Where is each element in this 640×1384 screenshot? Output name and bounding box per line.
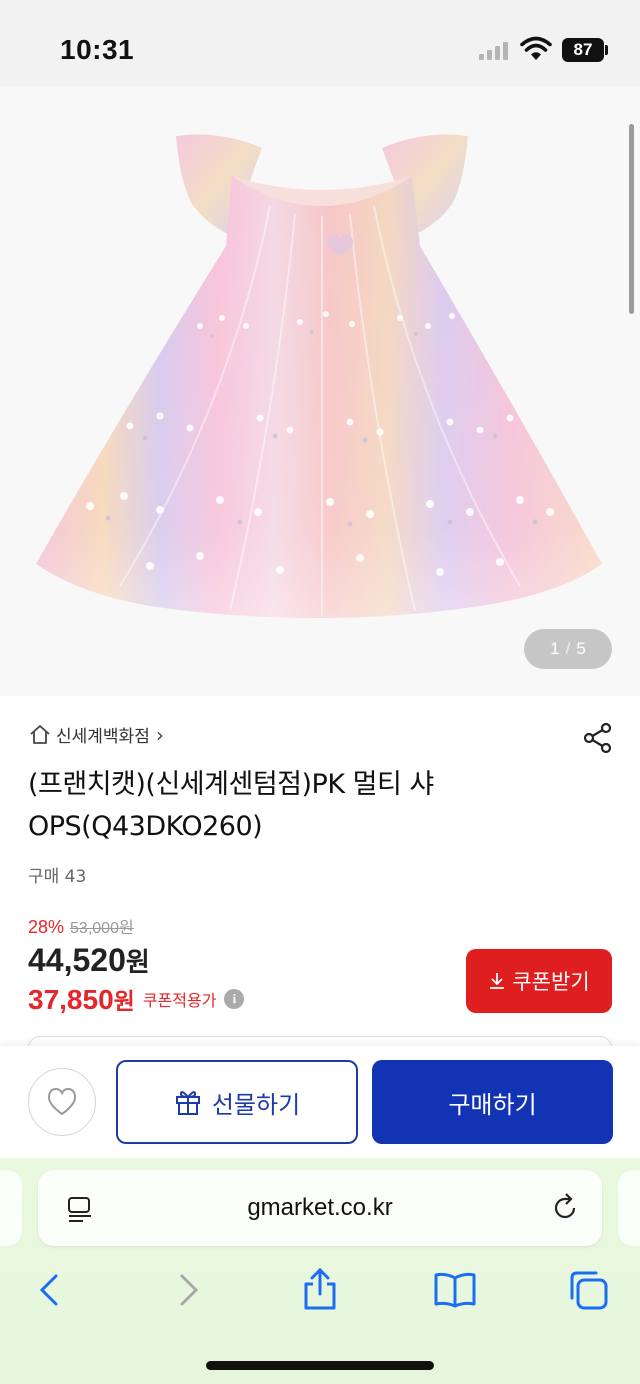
discount-rate: 28% — [28, 917, 65, 937]
buy-button[interactable]: 구매하기 — [372, 1060, 613, 1144]
current-image-index: 1 — [550, 639, 560, 658]
gift-label: 선물하기 — [211, 1091, 301, 1119]
get-coupon-button[interactable]: 쿠폰받기 — [466, 949, 612, 1013]
gift-icon — [175, 1091, 200, 1115]
home-icon — [30, 724, 50, 744]
product-title: (프랜치캣)(신세계센텀점)PK 멀티 샤 OPS(Q43DKO260) — [28, 769, 434, 842]
coupon-price-number: 37,850 — [28, 984, 114, 1015]
original-price: 53,000원 — [70, 920, 134, 937]
dress-image — [36, 134, 602, 618]
cellular-signal-icon — [479, 42, 509, 60]
tabs-icon[interactable] — [566, 1270, 610, 1310]
wifi-icon — [520, 36, 552, 60]
product-image[interactable] — [0, 86, 640, 696]
sale-price: 44,520원 — [28, 942, 150, 979]
share-icon[interactable] — [582, 722, 614, 754]
bookmarks-icon[interactable] — [432, 1270, 478, 1310]
reader-icon[interactable] — [66, 1194, 94, 1224]
get-coupon-label: 쿠폰받기 — [512, 971, 590, 994]
total-image-count: 5 — [576, 639, 586, 658]
battery-tip — [605, 45, 608, 55]
url-text[interactable]: gmarket.co.kr — [150, 1194, 490, 1222]
discount-row: 28% 53,000원 — [28, 914, 134, 938]
wishlist-button[interactable] — [28, 1068, 96, 1136]
info-icon[interactable]: i — [224, 989, 245, 1009]
back-icon[interactable] — [30, 1270, 70, 1310]
image-page-counter: 1 / 5 — [524, 629, 612, 669]
next-tab-preview[interactable] — [618, 1170, 640, 1246]
purchase-count: 구매 43 — [28, 867, 87, 887]
seller-link[interactable]: 신세계백화점 › — [28, 722, 164, 747]
battery-icon: 87 — [562, 38, 604, 62]
status-bar: 10:31 87 — [0, 0, 640, 86]
coupon-price-label: 쿠폰적용가 — [142, 991, 217, 1010]
sale-price-number: 44,520 — [28, 942, 126, 978]
chevron-right-icon: › — [155, 722, 164, 747]
page-separator: / — [565, 639, 571, 658]
forward-icon[interactable] — [168, 1270, 208, 1310]
download-icon — [490, 973, 505, 989]
reload-icon[interactable] — [550, 1192, 580, 1222]
heart-icon — [47, 1087, 77, 1116]
home-indicator — [206, 1361, 434, 1370]
scroll-indicator — [629, 124, 634, 314]
sale-price-unit: 원 — [125, 948, 150, 978]
product-page: 10:31 87 1 / 5 신세계백화점 › (프랜치캣)(신세계센텀점)PK… — [0, 0, 640, 1384]
coupon-price-row: 37,850원 쿠폰적용가 i — [28, 982, 245, 1016]
coupon-price-unit: 원 — [113, 989, 135, 1015]
previous-tab-preview[interactable] — [0, 1170, 22, 1246]
status-time: 10:31 — [60, 34, 135, 65]
gift-button[interactable]: 선물하기 — [116, 1060, 358, 1144]
coupon-price: 37,850원 — [28, 982, 135, 1016]
buy-label: 구매하기 — [448, 1091, 537, 1119]
seller-name: 신세계백화점 — [56, 727, 150, 747]
share-sheet-icon[interactable] — [300, 1266, 340, 1312]
